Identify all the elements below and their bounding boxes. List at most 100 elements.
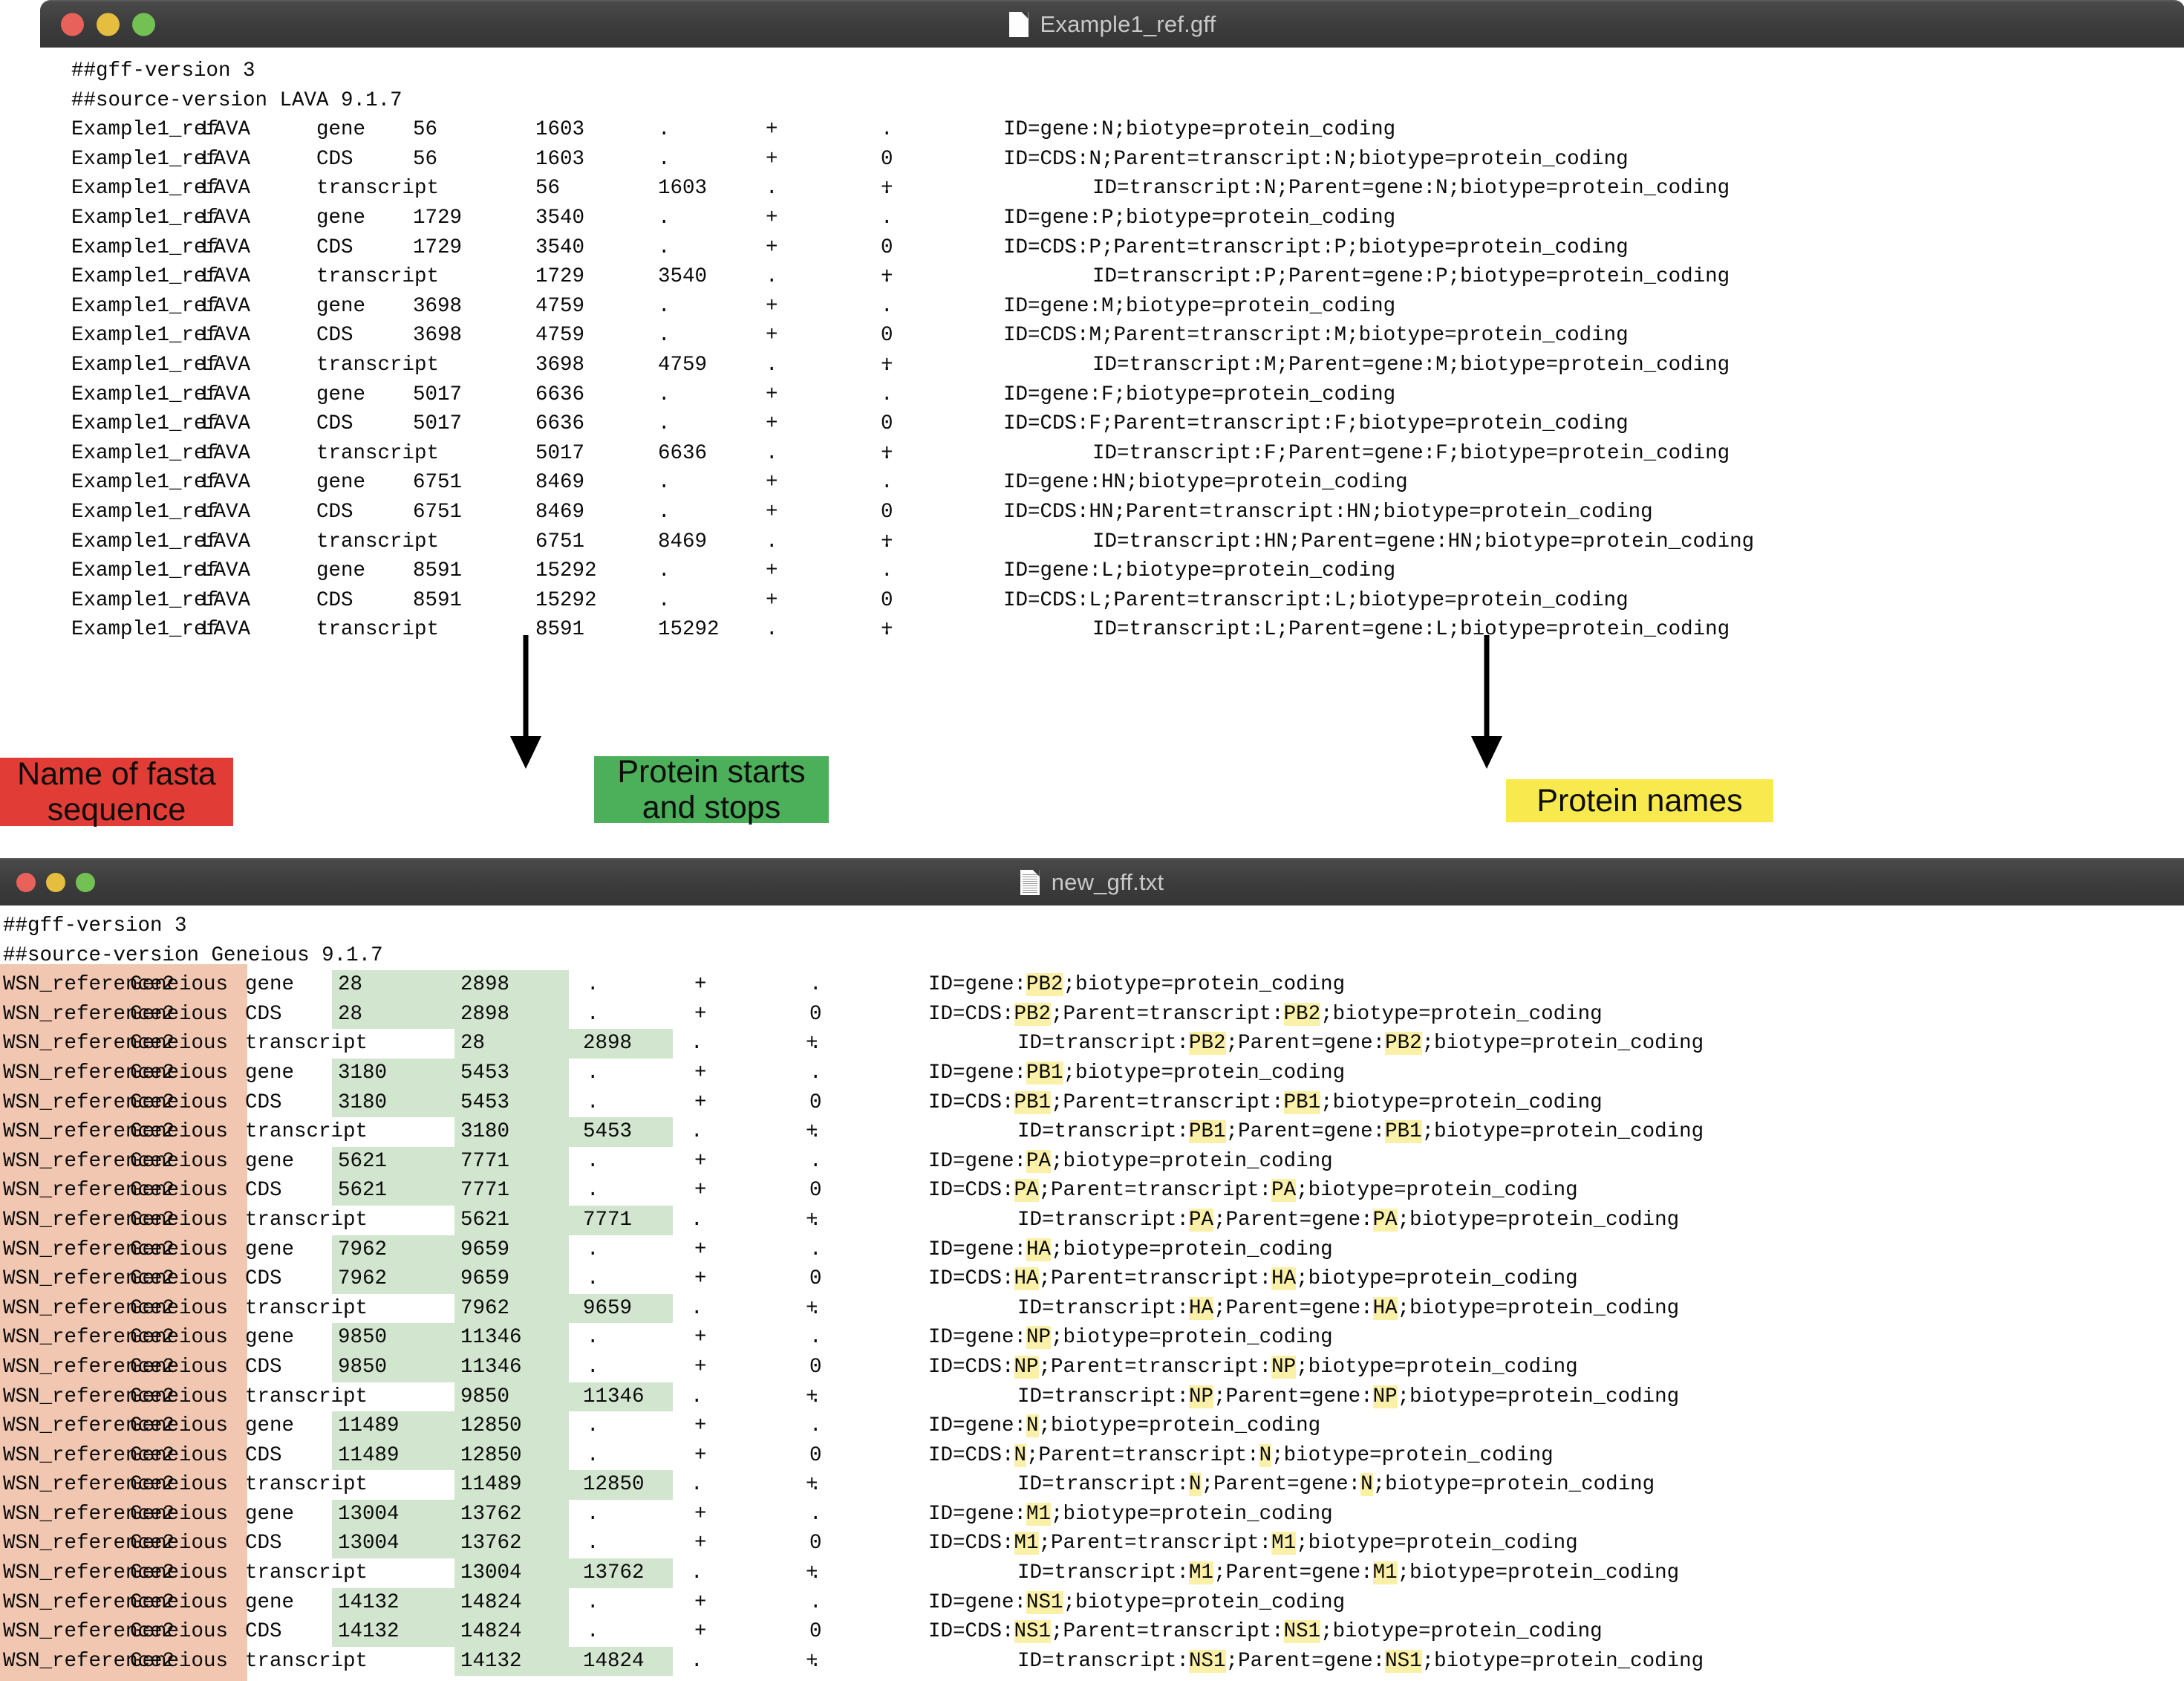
type-cell: CDS — [245, 1179, 282, 1203]
strand-cell: + — [766, 500, 778, 524]
score-cell: . — [691, 1208, 703, 1232]
end-cell: 1603 — [658, 177, 708, 201]
source-cell: LAVA — [201, 383, 251, 406]
minimize-button[interactable] — [46, 873, 65, 892]
attributes-cell: ID=gene:NS1;biotype=protein_coding — [928, 1590, 1346, 1614]
score-cell: . — [766, 265, 778, 289]
strand-cell: + — [694, 1443, 707, 1467]
phase-cell: . — [881, 559, 893, 583]
score-cell: . — [658, 206, 671, 230]
phase-cell: 0 — [881, 500, 893, 524]
phase-cell: 0 — [881, 412, 893, 436]
phase-cell: 0 — [809, 1355, 822, 1379]
table-row: WSN_reference2 Geneious gene 7962 9659. +. ID=… — [0, 1235, 2184, 1265]
start-cell: 6751 — [535, 530, 585, 553]
score-cell: . — [587, 1590, 599, 1614]
close-button[interactable] — [61, 13, 84, 36]
attributes-cell: ID=gene:N;biotype=protein_coding — [928, 1414, 1321, 1438]
protein-coords-highlight — [332, 999, 569, 1030]
source-cell: LAVA — [201, 353, 251, 377]
type-cell: transcript — [245, 1120, 368, 1144]
start-cell: 5621 — [338, 1179, 388, 1203]
table-row: Example1_ref LAVA transcript 56 1603. +. ID=tr… — [71, 174, 2184, 204]
phase-cell: . — [809, 1149, 822, 1173]
source-cell: LAVA — [201, 147, 251, 171]
score-cell: . — [658, 588, 671, 612]
protein-name-highlight: M1 — [1372, 1561, 1398, 1585]
type-cell: transcript — [316, 177, 440, 201]
table-row: Example1_ref LAVA gene 56 1603. +. ID=gene:N;b… — [71, 115, 2184, 145]
type-cell: CDS — [245, 1002, 282, 1026]
header-line-1: ##source-version Geneious 9.1.7 — [3, 943, 383, 967]
gff-reference-window: Example1_ref.gff ##gff-version 3 ##source… — [40, 0, 2184, 641]
start-cell: 1729 — [413, 235, 463, 259]
score-cell: . — [691, 1120, 703, 1144]
score-cell: . — [658, 324, 671, 348]
phase-cell: . — [809, 1208, 822, 1232]
type-cell: gene — [245, 1502, 295, 1526]
score-cell: . — [658, 412, 671, 436]
score-cell: . — [691, 1473, 703, 1497]
protein-name-highlight: PA — [1014, 1179, 1039, 1203]
seqid-cell: Example1_ref — [71, 588, 219, 612]
bottom-window-traffic-lights[interactable] — [16, 873, 95, 892]
start-cell: 6751 — [413, 471, 463, 495]
type-cell: transcript — [245, 1208, 368, 1232]
protein-name-highlight: HA — [1372, 1296, 1398, 1320]
type-cell: gene — [316, 294, 366, 318]
bottom-window-titlebar[interactable]: new_gff.txt — [0, 858, 2184, 905]
seqid-cell: Example1_ref — [71, 471, 219, 495]
source-cell: Geneious — [130, 1179, 229, 1203]
strand-cell: + — [694, 1267, 707, 1291]
attributes-cell: ID=CDS:PB1;Parent=transcript:PB1;biotype… — [928, 1090, 1603, 1114]
attributes-cell: ID=transcript:NP;Parent=gene:NP;biotype=… — [1017, 1385, 1680, 1408]
start-cell: 3698 — [413, 324, 463, 348]
table-row: Example1_ref LAVA CDS 5017 6636. +0 ID=CDS:F;P… — [71, 409, 2184, 439]
header-line-0: ##gff-version 3 — [3, 914, 187, 937]
maximize-button[interactable] — [76, 873, 95, 892]
phase-cell: 0 — [809, 1179, 822, 1203]
attributes-cell: ID=gene:HA;biotype=protein_coding — [928, 1238, 1333, 1261]
start-cell: 7962 — [338, 1238, 388, 1261]
table-row: WSN_reference2 Geneious gene 3180 5453. +. ID=… — [0, 1058, 2184, 1088]
phase-cell: . — [881, 294, 893, 318]
type-cell: transcript — [316, 530, 440, 553]
minimize-button[interactable] — [97, 13, 120, 36]
start-cell: 1729 — [413, 206, 463, 230]
score-cell: . — [587, 1502, 599, 1526]
type-cell: gene — [316, 206, 366, 230]
protein-coords-callout-label: Protein starts and stops — [617, 753, 806, 825]
protein-name-highlight: NP — [1189, 1385, 1214, 1408]
seqid-cell: Example1_ref — [71, 265, 219, 289]
type-cell: gene — [245, 1238, 295, 1261]
attributes-cell: ID=CDS:L;Parent=transcript:L;biotype=pro… — [1003, 588, 1629, 612]
top-window-traffic-lights[interactable] — [61, 13, 155, 36]
score-cell: . — [587, 1179, 599, 1203]
start-cell: 11489 — [338, 1414, 400, 1438]
source-cell: Geneious — [130, 1032, 229, 1056]
source-cell: LAVA — [201, 588, 251, 612]
score-cell: . — [766, 441, 778, 465]
attributes-cell: ID=CDS:HN;Parent=transcript:HN;biotype=p… — [1003, 500, 1653, 524]
score-cell: . — [587, 1267, 599, 1291]
strand-cell: + — [694, 1090, 707, 1114]
protein-name-highlight: PA — [1189, 1208, 1214, 1232]
maximize-button[interactable] — [132, 13, 155, 36]
source-cell: Geneious — [130, 1532, 229, 1555]
start-cell: 56 — [535, 177, 561, 201]
table-row: Example1_ref LAVA CDS 3698 4759. +0 ID=CDS:M;P… — [71, 321, 2184, 351]
attributes-cell: ID=gene:NP;biotype=protein_coding — [928, 1326, 1333, 1350]
phase-cell: . — [881, 441, 893, 465]
protein-name-highlight: M1 — [1014, 1532, 1039, 1555]
seqid-cell: Example1_ref — [71, 118, 219, 142]
end-cell: 5453 — [583, 1120, 633, 1144]
score-cell: . — [766, 353, 778, 377]
type-cell: gene — [245, 1414, 295, 1438]
strand-cell: + — [694, 1238, 707, 1261]
type-cell: transcript — [245, 1385, 368, 1408]
close-button[interactable] — [16, 873, 36, 892]
start-cell: 6751 — [413, 500, 463, 524]
phase-cell: 0 — [881, 235, 893, 259]
top-window-titlebar[interactable]: Example1_ref.gff — [40, 0, 2184, 48]
strand-cell: + — [766, 294, 778, 318]
